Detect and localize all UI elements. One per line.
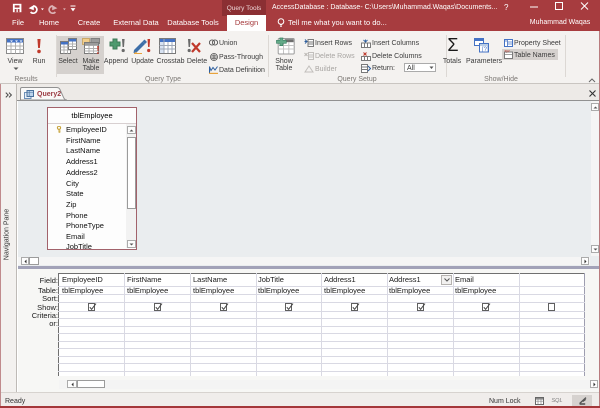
svg-text:xyz: xyz [505, 50, 511, 53]
svg-text:[?]: [?] [482, 47, 489, 53]
